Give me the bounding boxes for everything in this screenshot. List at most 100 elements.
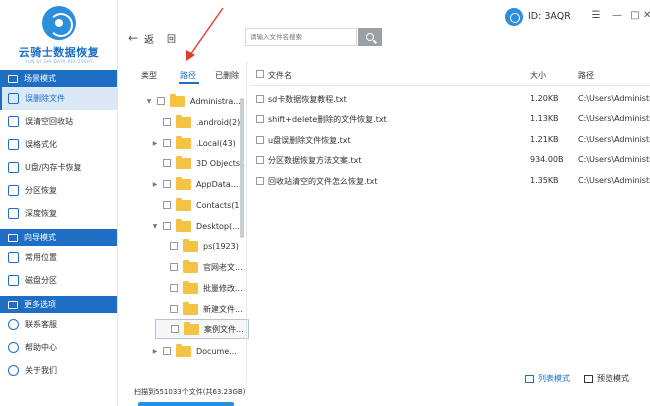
tree-node[interactable]: ▶ AppData...	[152, 174, 238, 194]
tree-checkbox[interactable]	[157, 97, 165, 105]
tree-node-label: .Local(43)	[196, 138, 236, 148]
tree-checkbox[interactable]	[163, 222, 171, 230]
file-size: 1.20KB	[530, 94, 559, 103]
tree-checkbox[interactable]	[170, 284, 178, 292]
file-size: 1.21KB	[530, 135, 559, 144]
tree-node-label: 官网老文...	[203, 262, 243, 272]
file-path: C:\Users\Administr...	[578, 114, 650, 123]
tab-path[interactable]: 路径	[180, 70, 196, 81]
active-tab-indicator	[179, 82, 199, 84]
tree-checkbox[interactable]	[163, 118, 171, 126]
tree-node-label: Contacts(1)	[196, 200, 243, 210]
preview-mode-label: 预览模式	[597, 374, 629, 383]
expand-toggle-icon[interactable]: ▶	[152, 140, 158, 147]
tree-scrollbar[interactable]	[240, 98, 244, 238]
tree-node-label: Docume...	[196, 346, 237, 356]
tree-checkbox[interactable]	[163, 159, 171, 167]
column-header-name[interactable]: 文件名	[268, 70, 292, 81]
folder-icon	[176, 197, 191, 211]
table-row[interactable]: u盘误删除文件恢复.txt 1.21KB C:\Users\Administr.…	[250, 130, 650, 150]
tree-node-label: .android(2)	[196, 117, 241, 127]
list-mode-label: 列表模式	[538, 374, 570, 383]
row-checkbox[interactable]	[256, 136, 264, 144]
annotation-arrow-icon	[186, 7, 224, 61]
tree-checkbox[interactable]	[163, 139, 171, 147]
file-path: C:\Users\Administr...	[578, 155, 650, 164]
tree-node-label: ps(1923)	[203, 241, 239, 251]
tree-checkbox[interactable]	[163, 180, 171, 188]
folder-icon	[183, 301, 198, 315]
preview-mode-button[interactable]: 预览模式	[584, 373, 629, 384]
tree-node[interactable]: 新建文件...	[159, 299, 243, 319]
file-name: 分区数据恢复方法文案.txt	[268, 156, 362, 165]
tree-node[interactable]: ps(1923)	[159, 236, 239, 256]
tree-node[interactable]: 批量修改...	[159, 278, 243, 298]
column-header-path[interactable]: 路径	[578, 70, 594, 81]
file-name: shift+delete删除的文件恢复.txt	[268, 115, 387, 124]
select-all-checkbox[interactable]	[256, 70, 264, 78]
file-size: 934.00B	[530, 155, 564, 164]
column-header-size[interactable]: 大小	[530, 70, 546, 81]
file-path: C:\Users\Administr...	[578, 176, 650, 185]
folder-icon	[170, 93, 185, 107]
tree-node[interactable]: ▼ Administra...	[146, 91, 241, 111]
folder-icon	[183, 259, 198, 273]
tree-node[interactable]: Contacts(1)	[152, 195, 243, 215]
expand-toggle-icon[interactable]: ▶	[152, 348, 158, 355]
file-size: 1.35KB	[530, 176, 559, 185]
folder-icon	[183, 238, 198, 252]
tree-node[interactable]: 3D Objects...	[152, 153, 248, 173]
expand-toggle-icon[interactable]: ▼	[146, 98, 152, 105]
expand-toggle-icon[interactable]: ▼	[152, 223, 158, 230]
tree-node-label: 案例文件...	[204, 324, 244, 334]
file-name: 回收站清空的文件怎么恢复.txt	[268, 177, 378, 186]
folder-icon	[183, 280, 198, 294]
tree-node[interactable]: .android(2)	[152, 112, 240, 132]
row-checkbox[interactable]	[256, 156, 264, 164]
preview-view-icon	[584, 374, 593, 383]
row-checkbox[interactable]	[256, 177, 264, 185]
folder-icon	[176, 343, 191, 357]
file-name: u盘误删除文件恢复.txt	[268, 136, 351, 145]
row-checkbox[interactable]	[256, 95, 264, 103]
file-list-header: 文件名 大小 路径	[250, 62, 650, 86]
folder-icon	[176, 155, 191, 169]
row-checkbox[interactable]	[256, 115, 264, 123]
tree-checkbox[interactable]	[163, 347, 171, 355]
table-row[interactable]: 回收站清空的文件怎么恢复.txt 1.35KB C:\Users\Adminis…	[250, 171, 650, 191]
folder-icon	[176, 218, 191, 232]
file-path: C:\Users\Administr...	[578, 135, 650, 144]
panel-divider	[246, 62, 247, 382]
tab-deleted[interactable]: 已删除	[215, 70, 239, 81]
table-row[interactable]: shift+delete删除的文件恢复.txt 1.13KB C:\Users\…	[250, 109, 650, 129]
scan-status-text: 扫描到551033个文件(共63.23GB)	[134, 388, 246, 396]
tree-node-label: Desktop(...	[196, 221, 240, 231]
tree-checkbox[interactable]	[171, 325, 179, 333]
tree-node-label: 新建文件...	[203, 304, 243, 314]
tree-node[interactable]: 官网老文...	[159, 257, 243, 277]
folder-icon	[176, 176, 191, 190]
tree-node[interactable]: ▼ Desktop(...	[152, 216, 240, 236]
expand-toggle-icon[interactable]: ▶	[152, 181, 158, 188]
tree-node[interactable]: ▶ .Local(43)	[152, 133, 236, 153]
tree-node[interactable]: ▶ Docume...	[152, 341, 237, 361]
file-size: 1.13KB	[530, 114, 559, 123]
file-name: sd卡数据恢复教程.txt	[268, 95, 347, 104]
list-mode-button[interactable]: 列表模式	[525, 373, 570, 384]
tree-node-label: Administra...	[190, 96, 241, 106]
tree-checkbox[interactable]	[163, 201, 171, 209]
table-row[interactable]: sd卡数据恢复教程.txt 1.20KB C:\Users\Administr.…	[250, 89, 650, 109]
table-row[interactable]: 分区数据恢复方法文案.txt 934.00B C:\Users\Administ…	[250, 150, 650, 170]
recover-button[interactable]	[138, 402, 234, 406]
folder-icon	[176, 114, 191, 128]
tab-type[interactable]: 类型	[141, 70, 157, 81]
tree-node-label: AppData...	[196, 179, 239, 189]
tree-checkbox[interactable]	[170, 263, 178, 271]
folder-icon	[176, 135, 191, 149]
tree-checkbox[interactable]	[170, 305, 178, 313]
list-view-icon	[525, 374, 534, 383]
folder-icon	[184, 321, 199, 335]
tree-checkbox[interactable]	[170, 242, 178, 250]
tree-node-selected[interactable]: 案例文件...	[155, 319, 249, 339]
file-path: C:\Users\Administr...	[578, 94, 650, 103]
